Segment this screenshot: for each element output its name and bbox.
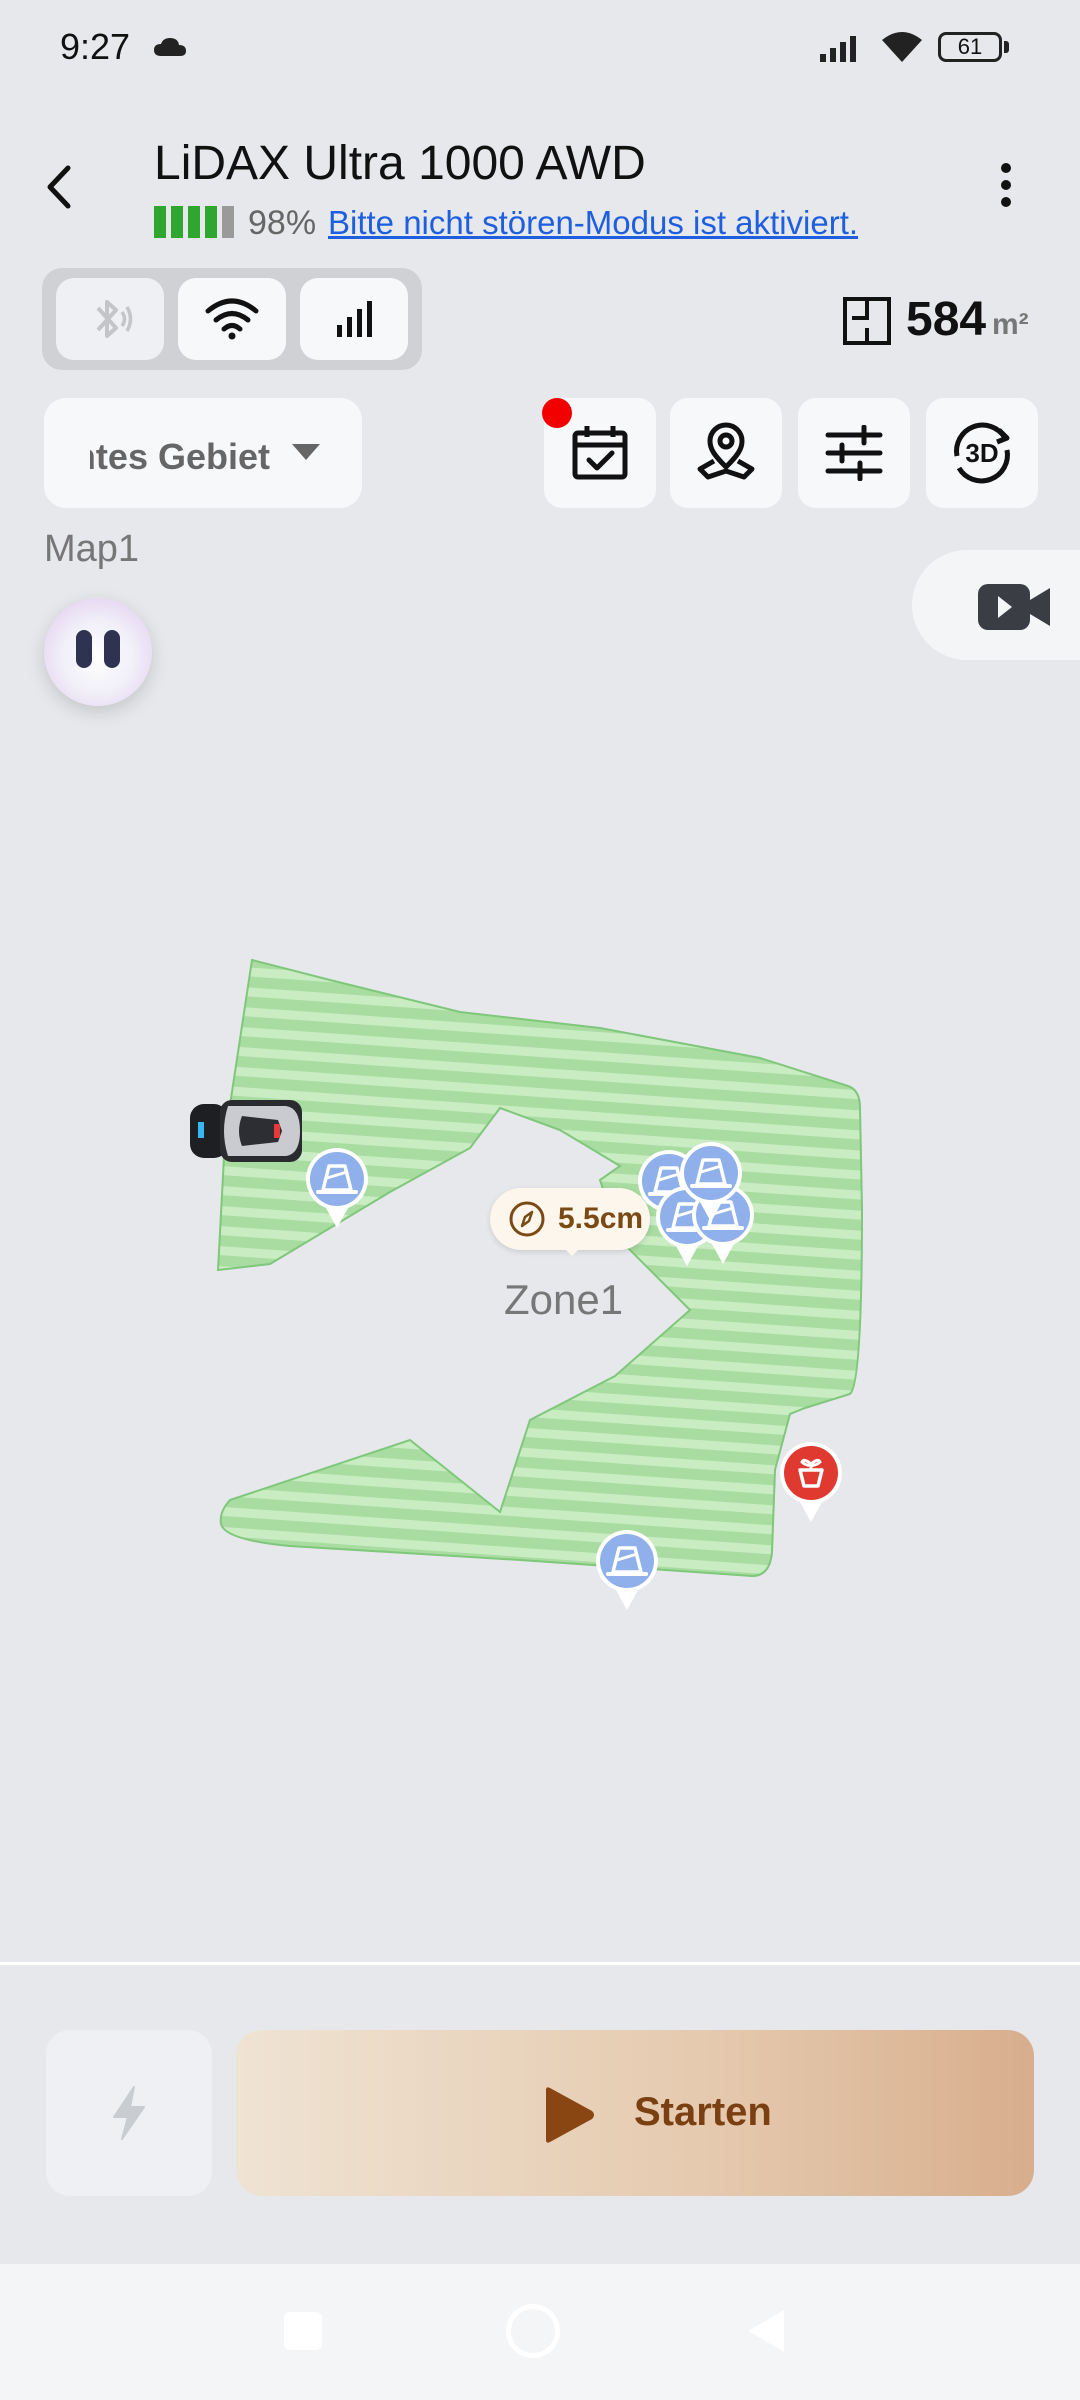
assistant-avatar[interactable] bbox=[44, 598, 152, 706]
map-name: Map1 bbox=[44, 528, 140, 570]
map-zone-dropdown-value: samtes Gebiet bbox=[90, 436, 270, 477]
battery-tip bbox=[1004, 41, 1009, 53]
cellular-button[interactable] bbox=[300, 278, 408, 360]
cutting-height-pointer bbox=[560, 1244, 584, 1256]
compass-icon bbox=[509, 1201, 545, 1237]
device-title: LiDAX Ultra 1000 AWD bbox=[154, 137, 646, 190]
back-icon[interactable] bbox=[40, 162, 80, 212]
assistant-eye-left bbox=[76, 630, 92, 668]
dnd-notice-link[interactable]: Bitte nicht stören-Modus ist aktiviert. bbox=[328, 204, 858, 242]
area-icon bbox=[843, 297, 891, 345]
more-icon[interactable] bbox=[998, 160, 1014, 210]
schedule-icon bbox=[572, 426, 628, 480]
signal-icon bbox=[820, 36, 856, 62]
map-pin-button[interactable] bbox=[670, 398, 782, 508]
return-to-charge-button[interactable] bbox=[46, 2030, 212, 2196]
cutting-height-value: 5.5cm bbox=[558, 1202, 644, 1235]
schedule-notification-badge bbox=[542, 398, 572, 428]
system-nav-bar bbox=[0, 2264, 1080, 2400]
start-label: Starten bbox=[634, 2090, 772, 2134]
bluetooth-icon bbox=[96, 300, 133, 338]
connectivity-group bbox=[42, 268, 422, 370]
flower-pot-icon[interactable] bbox=[778, 1440, 844, 1524]
device-battery-bars bbox=[154, 206, 234, 238]
play-icon bbox=[546, 2087, 594, 2143]
3d-view-icon: 3D bbox=[954, 422, 1010, 484]
obstacle-cone-icon[interactable] bbox=[594, 1528, 660, 1612]
3d-view-button[interactable]: 3D bbox=[926, 398, 1038, 508]
cutting-height-badge[interactable]: 5.5cm bbox=[490, 1188, 650, 1250]
camera-button[interactable] bbox=[912, 550, 1080, 660]
wifi-button[interactable] bbox=[178, 278, 286, 360]
back-nav-button[interactable] bbox=[744, 2306, 788, 2356]
lightning-icon bbox=[113, 2086, 145, 2140]
wifi-icon bbox=[882, 32, 922, 62]
area-unit: m² bbox=[992, 308, 1029, 341]
zone-label: Zone1 bbox=[504, 1276, 624, 1323]
area-value: 584 bbox=[906, 293, 987, 346]
start-mowing-button[interactable]: Starten bbox=[236, 2030, 1034, 2196]
device-battery-percent: 98% bbox=[248, 204, 317, 242]
obstacle-cone-icon[interactable] bbox=[678, 1140, 744, 1224]
settings-button[interactable] bbox=[798, 398, 910, 508]
zone1-area bbox=[216, 958, 864, 1578]
3d-label: 3D bbox=[965, 438, 998, 468]
wifi-icon bbox=[205, 298, 259, 340]
status-time: 9:27 bbox=[60, 26, 131, 67]
map-pin-icon bbox=[697, 422, 755, 480]
map-zone-dropdown[interactable]: samtes Gebiet bbox=[44, 398, 362, 508]
recent-apps-button[interactable] bbox=[284, 2312, 322, 2350]
assistant-eye-right bbox=[104, 630, 120, 668]
battery-level: 61 bbox=[957, 34, 983, 59]
battery-icon: 61 bbox=[938, 32, 1002, 62]
robot-mower-icon[interactable] bbox=[190, 1098, 306, 1164]
home-button[interactable] bbox=[506, 2304, 560, 2358]
chevron-down-icon bbox=[292, 444, 320, 460]
bluetooth-button[interactable] bbox=[56, 278, 164, 360]
cellular-icon bbox=[337, 301, 372, 337]
settings-sliders-icon bbox=[825, 425, 883, 481]
obstacle-cone-icon[interactable] bbox=[304, 1146, 370, 1230]
video-camera-icon bbox=[978, 584, 1050, 630]
cloud-icon bbox=[154, 38, 186, 56]
